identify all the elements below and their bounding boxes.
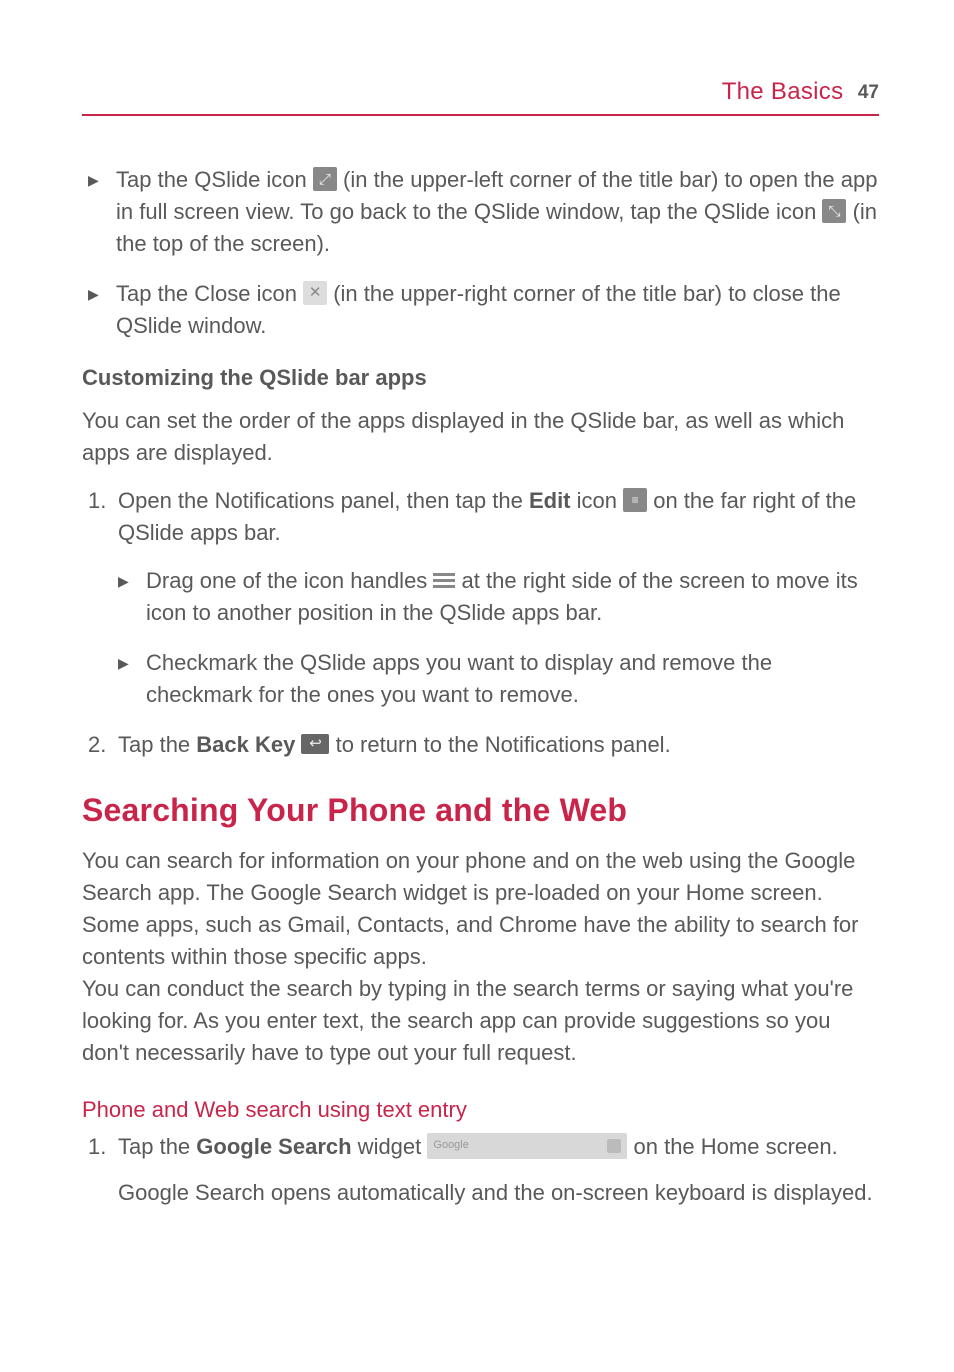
top-bullet-list: ▶Tap the QSlide icon ⤢ (in the upper-lef… xyxy=(82,164,879,341)
sub-bullet-item: ▶Checkmark the QSlide apps you want to d… xyxy=(118,647,879,711)
bullet-text: Tap the QSlide icon ⤢ (in the upper-left… xyxy=(116,164,879,260)
body-paragraph: You can search for information on your p… xyxy=(82,845,879,909)
text-run: Tap the xyxy=(118,732,196,757)
triangle-bullet-icon: ▶ xyxy=(88,164,116,260)
page: The Basics 47 ▶Tap the QSlide icon ⤢ (in… xyxy=(0,0,954,1278)
qslide-expand-icon: ⤢ xyxy=(313,167,337,191)
step-number: 1. xyxy=(88,485,118,549)
text-run: on the Home screen. xyxy=(627,1134,837,1159)
text-run: Tap the xyxy=(118,1134,196,1159)
search-step-1: 1. Tap the Google Search widget Google o… xyxy=(88,1131,879,1163)
text-run: Open the Notifications panel, then tap t… xyxy=(118,488,529,513)
step-number: 2. xyxy=(88,729,118,761)
section-title-searching: Searching Your Phone and the Web xyxy=(82,792,879,829)
mic-icon xyxy=(607,1139,621,1153)
step-2-text: Tap the Back Key ↩ to return to the Noti… xyxy=(118,729,879,761)
text-run: Tap the QSlide icon xyxy=(116,167,313,192)
bullet-text: Tap the Close icon ✕ (in the upper-right… xyxy=(116,278,879,342)
text-run: Drag one of the icon handles xyxy=(146,568,433,593)
section-name: The Basics xyxy=(722,78,844,105)
back-key-icon: ↩ xyxy=(301,734,329,754)
text-run: widget xyxy=(352,1134,428,1159)
text-run: Checkmark the QSlide apps you want to di… xyxy=(146,650,772,707)
text-run: icon xyxy=(571,488,624,513)
sub-bullet-item: ▶Drag one of the icon handles at the rig… xyxy=(118,565,879,629)
customizing-intro: You can set the order of the apps displa… xyxy=(82,405,879,469)
bullet-item: ▶Tap the Close icon ✕ (in the upper-righ… xyxy=(88,278,879,342)
text-run: Tap the Close icon xyxy=(116,281,303,306)
qslide-collapse-icon: ⤡ xyxy=(822,199,846,223)
sub-bullet-text: Drag one of the icon handles at the righ… xyxy=(146,565,879,629)
triangle-bullet-icon: ▶ xyxy=(88,278,116,342)
searching-paragraphs: You can search for information on your p… xyxy=(82,845,879,1068)
page-number: 47 xyxy=(858,82,879,103)
triangle-bullet-icon: ▶ xyxy=(118,647,146,711)
bullet-item: ▶Tap the QSlide icon ⤢ (in the upper-lef… xyxy=(88,164,879,260)
search-step-1-text: Tap the Google Search widget Google on t… xyxy=(118,1131,879,1163)
body-paragraph: You can conduct the search by typing in … xyxy=(82,973,879,1069)
close-icon: ✕ xyxy=(303,281,327,305)
google-search-widget-icon: Google xyxy=(427,1133,627,1159)
sub-heading-phone-web: Phone and Web search using text entry xyxy=(82,1097,879,1123)
step-number: 1. xyxy=(88,1131,118,1163)
text-run: to return to the Notifications panel. xyxy=(329,732,670,757)
body-paragraph: Some apps, such as Gmail, Contacts, and … xyxy=(82,909,879,973)
sub-bullet-text: Checkmark the QSlide apps you want to di… xyxy=(146,647,879,711)
triangle-bullet-icon: ▶ xyxy=(118,565,146,629)
google-widget-label: Google xyxy=(433,1138,468,1154)
bold-text: Edit xyxy=(529,488,571,513)
customizing-heading: Customizing the QSlide bar apps xyxy=(82,365,879,391)
step-2: 2. Tap the Back Key ↩ to return to the N… xyxy=(88,729,879,761)
step-1-sublist: ▶Drag one of the icon handles at the rig… xyxy=(82,565,879,711)
edit-icon: ≡ xyxy=(623,488,647,512)
page-header: The Basics 47 xyxy=(82,78,879,116)
step-1: 1. Open the Notifications panel, then ta… xyxy=(88,485,879,549)
bold-text: Google Search xyxy=(196,1134,351,1159)
search-step-1-followup: Google Search opens automatically and th… xyxy=(118,1177,879,1209)
drag-handle-icon xyxy=(433,573,455,588)
bold-text: Back Key xyxy=(196,732,295,757)
step-1-text: Open the Notifications panel, then tap t… xyxy=(118,485,879,549)
